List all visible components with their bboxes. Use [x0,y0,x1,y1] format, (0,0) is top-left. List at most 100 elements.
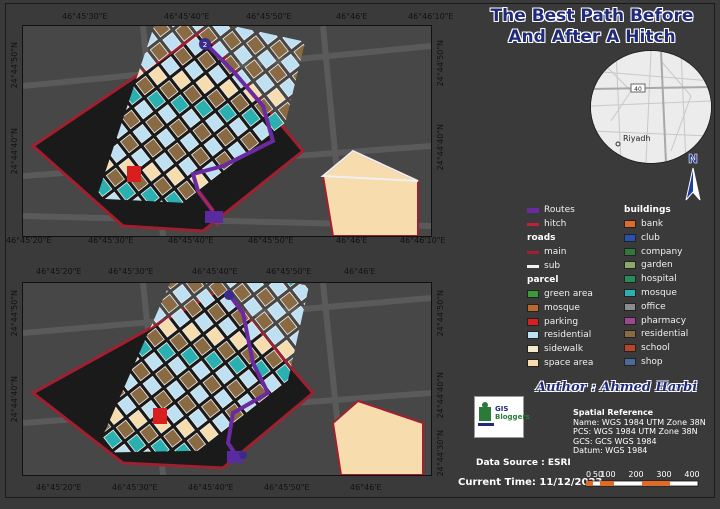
legend-building-swatch [624,233,636,242]
north-arrow-icon: N [685,152,701,201]
top-map-coord-left-1: 24°44'50"N [10,42,19,89]
spatial-reference-name: Name: WGS 1984 UTM Zone 38N [573,417,706,427]
scale-bar-label: 300 [656,470,671,479]
legend-sub-road-swatch [527,264,539,268]
scale-bar-graphic: 0 50100 200 300 400 [585,470,700,487]
top-map-coord-right-2: 24°44'40"N [436,124,445,171]
bottom-map-coord-right-2: 24°44'40"N [436,372,445,419]
legend-building-swatch [624,344,636,353]
legend-building-swatch [624,330,636,339]
legend-parcel-swatch [527,345,539,354]
after-hitch-map[interactable] [22,282,432,476]
legend-buildings-header: buildings [624,205,671,215]
legend-building-label: pharmacy [641,315,687,326]
top-map-coord-right-1: 24°44'50"N [436,40,445,87]
author-credit: Author : Ahmed Harbi [536,380,698,395]
before-hitch-map-canvas: 2 [23,26,431,236]
scale-bar-label: 200 [628,470,643,479]
legend-routes: Routes [527,205,575,215]
top-map-coord-bottom-6: 46°46'10"E [400,236,446,245]
legend-building-label: hospital [641,274,677,285]
legend-parcel-item: parking [527,317,578,327]
gis-bloggers-logo: GIS Bloggers [474,396,530,438]
legend-building-swatch [624,316,636,325]
legend-building-label: company [641,246,683,257]
legend-parcel-item: green area [527,289,593,299]
top-map-coord-bottom-4: 46°45'50"E [248,236,294,245]
top-map-coord-top-5: 46°46'10"E [408,12,454,21]
top-map-coord-bottom-3: 46°45'40"E [168,236,214,245]
legend-building-item: office [624,302,666,312]
legend-building-swatch [624,289,636,297]
legend-parcel-label: residential [544,330,592,341]
spatial-reference-pcs: PCS: WGS 1984 UTM Zone 38N [573,427,698,437]
after-hitch-map-canvas [23,283,431,475]
legend-main-road: main [527,247,567,257]
legend-parcel-swatch [527,290,539,298]
route-marker-label: 2 [203,41,207,49]
legend-building-swatch [624,275,636,284]
map-title-line-1: The Best Path Before [490,6,694,26]
bottom-map-coord-top-5: 46°46'E [344,267,376,276]
bottom-map-coord-bottom-5: 46°46'E [350,483,382,492]
legend-parcel-swatch [527,331,539,340]
legend-building-item: company [624,247,682,257]
legend-parcel-item: sidewalk [527,344,583,354]
legend-building-item: mosque [624,288,677,298]
spatial-reference-datum: Datum: WGS 1984 [573,446,648,456]
bottom-map-coord-left-1: 24°44'50"N [10,290,19,337]
legend-building-item: residential [624,329,688,339]
legend-main-road-swatch [527,250,539,254]
inset-city-label: Riyadh [623,134,651,143]
legend-parcel-label: space area [544,358,594,368]
before-hitch-map[interactable]: 2 [22,25,432,237]
legend-parcel-label: sidewalk [544,344,584,355]
legend-building-item: bank [624,219,663,229]
legend-parcel-label: mosque [544,302,580,313]
legend-building-label: mosque [641,288,677,298]
bottom-map-coord-bottom-2: 46°45'30"E [112,483,158,492]
scale-bar: 0 50 100 200 300 400 [584,467,708,493]
locator-inset-map[interactable]: 40 Riyadh [590,50,712,164]
legend-parcel-swatch [527,303,539,312]
spatial-reference: Spatial Reference Name: WGS 1984 UTM Zon… [573,408,706,456]
legend-building-item: hospital [624,274,677,284]
bottom-map-coord-right-1: 24°44'50"N [436,290,445,337]
legend-building-item: pharmacy [624,316,686,326]
legend-building-swatch [624,220,636,228]
legend-parcel-item: space area [527,358,593,368]
north-arrow-label: N [688,152,698,166]
bottom-map-coord-top-3: 46°45'40"E [192,267,238,276]
bottom-map-coord-bottom-3: 46°45'40"E [188,483,234,492]
top-map-coord-bottom-2: 46°45'30"E [88,236,134,245]
legend-building-swatch [624,261,636,270]
legend-building-swatch [624,358,636,366]
legend-parcel-swatch [527,359,539,367]
legend-building-label: shop [641,357,663,367]
scale-bar-label: 0 [586,470,591,479]
legend-parcel-label: parking [544,316,579,327]
legend-building-item: shop [624,357,663,367]
map-title: The Best Path Before And After A Hitch [472,6,712,48]
legend-parcel-header: parcel [527,275,559,285]
legend-parcel-swatch [527,317,539,326]
legend-sub-road: sub [527,261,560,271]
bottom-map-coord-bottom-4: 46°45'50"E [264,483,310,492]
legend-building-label: residential [641,329,689,340]
top-map-coord-top-3: 46°45'50"E [246,12,292,21]
legend-building-label: bank [641,219,664,229]
bottom-map-coord-top-2: 46°45'30"E [108,267,154,276]
north-arrow: N [682,152,704,204]
spatial-reference-heading: Spatial Reference [573,408,654,417]
legend-building-label: garden [641,260,673,271]
current-time: Current Time: 11/12/2023 [458,477,603,488]
top-map-coord-left-2: 24°44'40"N [10,128,19,175]
data-source: Data Source : ESRI [476,458,571,468]
legend-building-item: garden [624,260,673,270]
bottom-map-coord-top-4: 46°45'50"E [266,267,312,276]
legend-building-label: office [641,301,666,312]
scale-bar-label: 400 [684,470,699,479]
legend-parcel-item: mosque [527,303,580,313]
legend-building-label: school [641,343,670,354]
legend-parcel-item: residential [527,330,591,340]
